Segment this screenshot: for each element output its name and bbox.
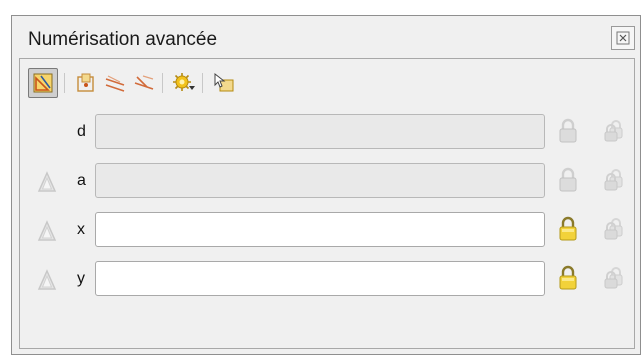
x-label: x (77, 221, 85, 238)
parallel-icon (105, 75, 125, 92)
delta-icon (37, 171, 57, 192)
relative-lock-icon (604, 120, 623, 142)
settings-icon (173, 73, 195, 91)
cad-toggle-icon (33, 73, 53, 93)
delta-icon (37, 269, 57, 290)
angle-row: a (20, 163, 636, 199)
y-relative-lock-button[interactable] (603, 266, 625, 295)
lock-icon (559, 118, 577, 143)
construction-mode-icon (77, 73, 94, 92)
x-input[interactable] (95, 212, 545, 247)
x-row: x (20, 212, 636, 248)
y-input[interactable] (95, 261, 545, 296)
x-lock-button[interactable] (557, 216, 579, 247)
enable-cad-tools-button[interactable] (28, 68, 58, 98)
x-relative-lock-button[interactable] (603, 217, 625, 246)
toolbar-separator (64, 73, 65, 93)
perpendicular-button[interactable] (129, 68, 159, 98)
y-label: y (77, 270, 85, 287)
lock-icon (559, 216, 577, 241)
relative-lock-icon (604, 169, 623, 191)
y-row: y (20, 261, 636, 297)
relative-lock-icon (604, 218, 623, 240)
y-lock-button[interactable] (557, 265, 579, 296)
distance-row: d (20, 114, 636, 150)
angle-relative-button[interactable] (37, 171, 57, 198)
snap-cursor-button[interactable] (209, 68, 239, 98)
advanced-digitizing-panel: Numérisation avancée d a x y (11, 15, 641, 355)
perpendicular-icon (134, 75, 154, 90)
toolbar-separator (162, 73, 163, 93)
close-button[interactable] (611, 26, 635, 50)
toolbar-separator (202, 73, 203, 93)
parallel-button[interactable] (100, 68, 130, 98)
distance-lock-button[interactable] (557, 118, 579, 149)
angle-relative-lock-button[interactable] (603, 168, 625, 197)
angle-label: a (77, 172, 86, 189)
delta-icon (37, 220, 57, 241)
lock-icon (559, 265, 577, 290)
construction-mode-button[interactable] (71, 68, 101, 98)
lock-icon (559, 167, 577, 192)
x-relative-button[interactable] (37, 220, 57, 247)
relative-lock-icon (604, 267, 623, 289)
panel-title: Numérisation avancée (28, 29, 218, 50)
settings-button[interactable] (169, 68, 199, 98)
close-icon (616, 31, 630, 45)
distance-label: d (77, 123, 86, 140)
angle-lock-button[interactable] (557, 167, 579, 198)
y-relative-button[interactable] (37, 269, 57, 296)
distance-input[interactable] (95, 114, 545, 149)
cad-frame: d a x y (19, 58, 635, 349)
snap-cursor-icon (214, 72, 234, 92)
title-bar: Numérisation avancée (12, 16, 640, 60)
angle-input[interactable] (95, 163, 545, 198)
distance-relative-lock-button[interactable] (603, 119, 625, 148)
